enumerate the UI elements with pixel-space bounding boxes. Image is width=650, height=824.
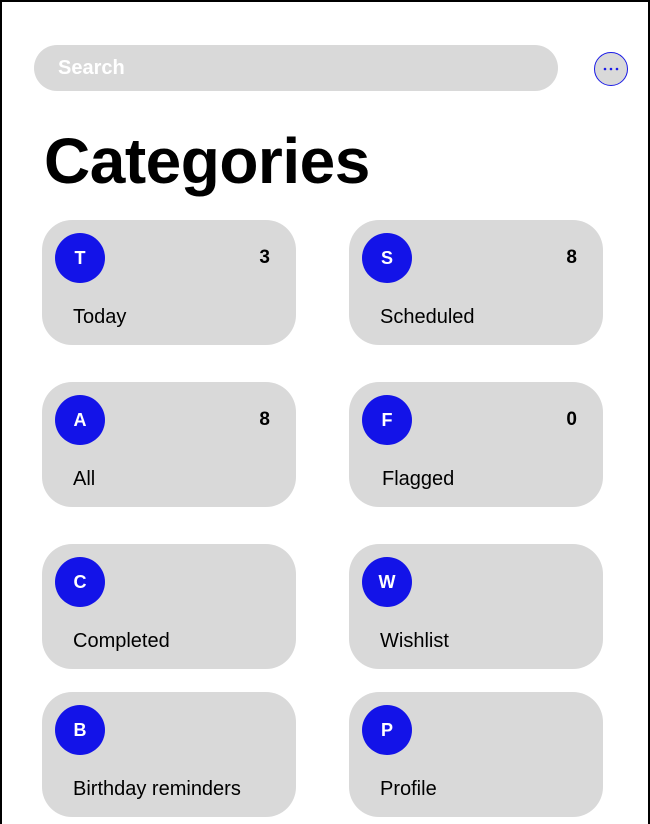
category-card-all[interactable]: A 8 All <box>42 382 296 507</box>
category-label: All <box>73 468 96 490</box>
category-label: Scheduled <box>380 306 475 328</box>
category-avatar: C <box>55 557 105 607</box>
category-avatar: T <box>55 233 105 283</box>
category-count: 3 <box>259 247 270 268</box>
search-placeholder: Search <box>58 56 125 79</box>
search-input[interactable]: Search <box>34 45 558 91</box>
category-label: Today <box>73 306 127 328</box>
category-avatar: A <box>55 395 105 445</box>
category-card-scheduled[interactable]: S 8 Scheduled <box>349 220 603 345</box>
category-card-wishlist[interactable]: W Wishlist <box>349 544 603 669</box>
category-label: Flagged <box>382 468 455 490</box>
category-card-flagged[interactable]: F 0 Flagged <box>349 382 603 507</box>
category-label: Wishlist <box>380 630 449 652</box>
ellipsis-icon <box>603 67 619 71</box>
category-label: Profile <box>380 778 437 800</box>
category-count: 8 <box>566 247 577 268</box>
app-frame: Search Categories T 3 Today S 8 Schedule… <box>0 0 650 824</box>
page-title: Categories <box>44 125 370 197</box>
category-avatar: P <box>362 705 412 755</box>
category-card-profile[interactable]: P Profile <box>349 692 603 817</box>
category-card-completed[interactable]: C Completed <box>42 544 296 669</box>
more-options-button[interactable] <box>594 52 628 86</box>
category-avatar: F <box>362 395 412 445</box>
category-avatar: B <box>55 705 105 755</box>
category-card-today[interactable]: T 3 Today <box>42 220 296 345</box>
category-label: Birthday reminders <box>73 778 241 800</box>
category-label: Completed <box>73 630 170 652</box>
category-avatar: W <box>362 557 412 607</box>
category-avatar: S <box>362 233 412 283</box>
category-card-birthday-reminders[interactable]: B Birthday reminders <box>42 692 296 817</box>
category-count: 0 <box>566 409 577 430</box>
category-count: 8 <box>259 409 270 430</box>
